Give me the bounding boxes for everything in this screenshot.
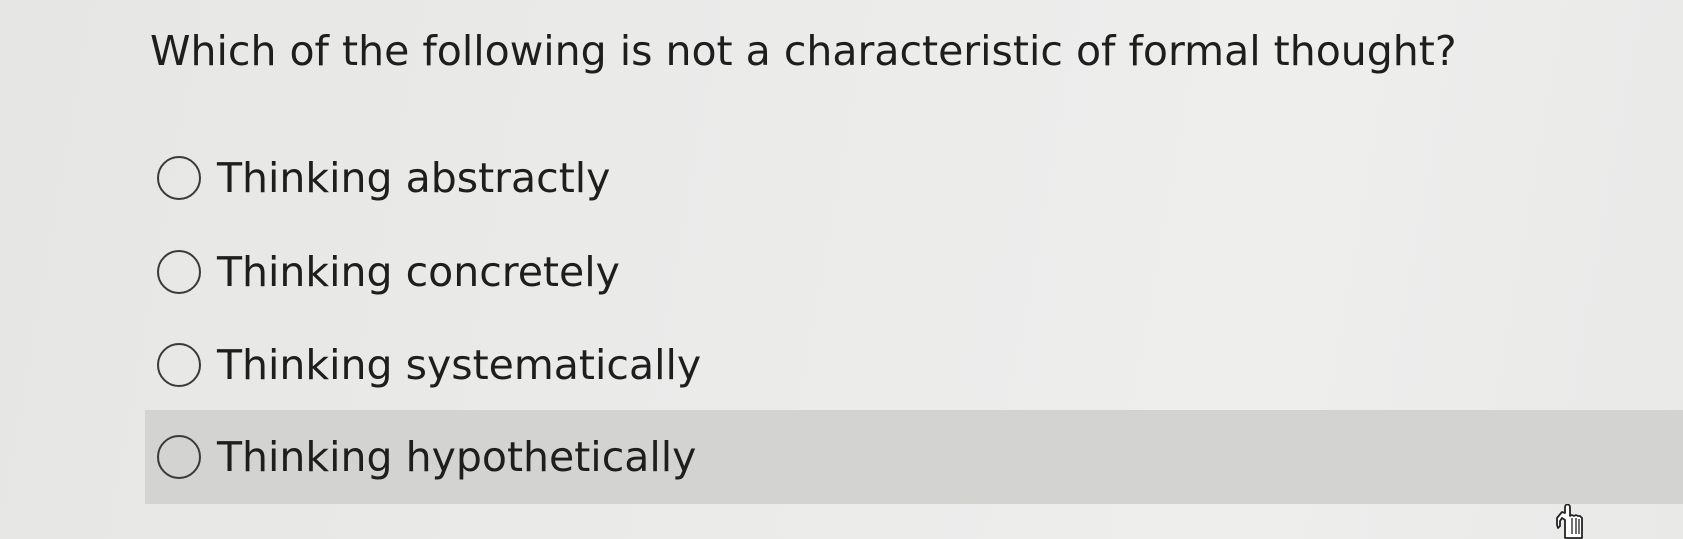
option-label: Thinking systematically [217,341,702,389]
radio-button[interactable] [157,250,201,294]
radio-button[interactable] [157,435,201,479]
radio-button[interactable] [157,156,201,200]
option-label: Thinking hypothetically [217,433,697,481]
option-label: Thinking abstractly [217,154,611,202]
radio-button[interactable] [157,343,201,387]
option-thinking-concretely[interactable]: Thinking concretely [145,225,1683,319]
option-thinking-hypothetically[interactable]: Thinking hypothetically [145,410,1683,504]
answer-options: Thinking abstractly Thinking concretely … [0,0,1683,539]
hand-pointer-icon [1556,504,1583,539]
option-label: Thinking concretely [217,248,620,296]
option-thinking-systematically[interactable]: Thinking systematically [145,318,1683,412]
option-thinking-abstractly[interactable]: Thinking abstractly [145,131,1683,225]
